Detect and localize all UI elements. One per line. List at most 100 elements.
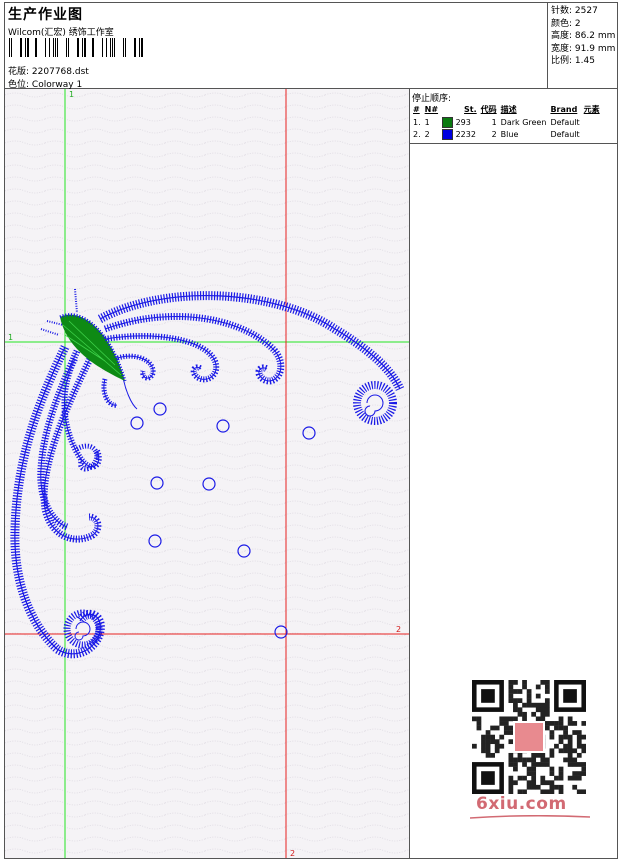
qr-module	[549, 784, 555, 790]
stat-height: 高度: 86.2 mm	[551, 31, 616, 42]
barcode-bar	[27, 38, 29, 57]
qr-module	[549, 721, 555, 726]
qr-module	[503, 721, 509, 726]
watermark-logo[interactable]: 6xiu.com	[476, 794, 567, 814]
qr-module	[499, 734, 505, 740]
qr-code-icon[interactable]	[472, 680, 586, 794]
qr-module	[535, 752, 541, 758]
qr-module	[544, 684, 550, 690]
col-brand: Brand	[550, 105, 578, 114]
qr-module	[558, 775, 564, 781]
color-swatch	[442, 116, 454, 128]
qr-module	[576, 730, 582, 735]
qr-module	[572, 784, 578, 790]
barcode-bar	[11, 38, 12, 57]
barcode-bar	[49, 38, 50, 57]
qr-module	[485, 752, 491, 758]
barcode-bar	[84, 38, 86, 57]
qr-center-logo	[513, 721, 545, 753]
qr-module	[517, 707, 523, 713]
table-row[interactable]: 2. 2 2232 2 Blue Default	[411, 128, 602, 140]
qr-module	[540, 702, 546, 708]
qr-module	[535, 707, 541, 713]
qr-module	[563, 743, 568, 749]
qr-module	[572, 721, 578, 726]
qr-finder	[563, 689, 577, 703]
qr-module	[549, 752, 555, 758]
qr-module	[549, 730, 555, 735]
qr-module	[485, 743, 491, 749]
qr-finder	[481, 771, 495, 785]
qr-module	[526, 702, 532, 708]
qr-module	[513, 766, 518, 772]
qr-module	[485, 734, 491, 740]
qr-module	[572, 775, 578, 781]
barcode-bar	[57, 38, 58, 57]
barcode-bar	[25, 38, 26, 57]
qr-module	[531, 780, 537, 786]
qr-module	[563, 757, 568, 763]
qr-module	[472, 743, 477, 749]
qr-module	[572, 757, 578, 763]
qr-module	[572, 771, 578, 776]
qr-module	[508, 716, 514, 722]
qr-module	[526, 689, 532, 694]
embroidery-design: 1 1 2 2	[5, 89, 409, 858]
qr-module	[558, 725, 564, 731]
qr-module	[531, 784, 537, 790]
col-element: 元素	[583, 105, 600, 114]
qr-module	[503, 730, 509, 735]
qr-module	[494, 739, 500, 745]
qr-module	[531, 752, 537, 758]
qr-module	[558, 766, 564, 772]
design-row: 花版: 2207768.dst	[8, 64, 89, 77]
qr-module	[503, 725, 509, 731]
qr-module	[540, 711, 546, 717]
qr-module	[567, 743, 573, 749]
col-stitches: St.	[464, 105, 477, 114]
qr-module	[581, 748, 586, 754]
qr-module	[535, 784, 541, 790]
qr-module	[544, 725, 550, 731]
watermark-swoosh	[470, 815, 590, 819]
qr-module	[508, 784, 514, 790]
qr-module	[508, 698, 514, 703]
qr-module	[499, 716, 505, 722]
qr-module	[558, 734, 564, 740]
qr-module	[567, 748, 573, 754]
table-row[interactable]: 1. 1 293 1 Dark Green Default	[411, 116, 602, 128]
qr-module	[531, 757, 537, 763]
design-canvas[interactable]: 1 1 2 2	[5, 89, 410, 858]
col-index: #	[413, 105, 420, 114]
qr-module	[508, 757, 514, 763]
qr-module	[522, 711, 527, 717]
qr-module	[522, 757, 527, 763]
qr-module	[567, 775, 573, 781]
qr-module	[549, 771, 555, 776]
qr-module	[490, 725, 495, 731]
barcode-bar	[66, 38, 67, 57]
qr-module	[508, 739, 514, 745]
qr-module	[540, 680, 546, 685]
marker-green-left: 1	[8, 333, 13, 342]
qr-module	[481, 739, 486, 745]
sheet-title: 生产作业图	[8, 7, 83, 23]
qr-module	[522, 684, 527, 690]
qr-module	[558, 716, 564, 722]
qr-module	[508, 752, 514, 758]
qr-module	[494, 743, 500, 749]
col-code: 代码	[480, 105, 497, 114]
qr-module	[513, 702, 518, 708]
stop-sequence-panel: 停止顺序: # N# St. 代码 描述 Brand 元素 1. 1 293 1…	[410, 89, 617, 858]
qr-module	[576, 789, 582, 794]
qr-module	[540, 716, 546, 722]
qr-module	[540, 762, 546, 767]
qr-module	[531, 771, 537, 776]
qr-module	[540, 775, 546, 781]
qr-module	[581, 734, 586, 740]
barcode-bar	[114, 38, 115, 57]
qr-module	[581, 743, 586, 749]
barcode-bar	[102, 38, 103, 57]
qr-module	[490, 739, 495, 745]
barcode-bar	[139, 38, 140, 57]
